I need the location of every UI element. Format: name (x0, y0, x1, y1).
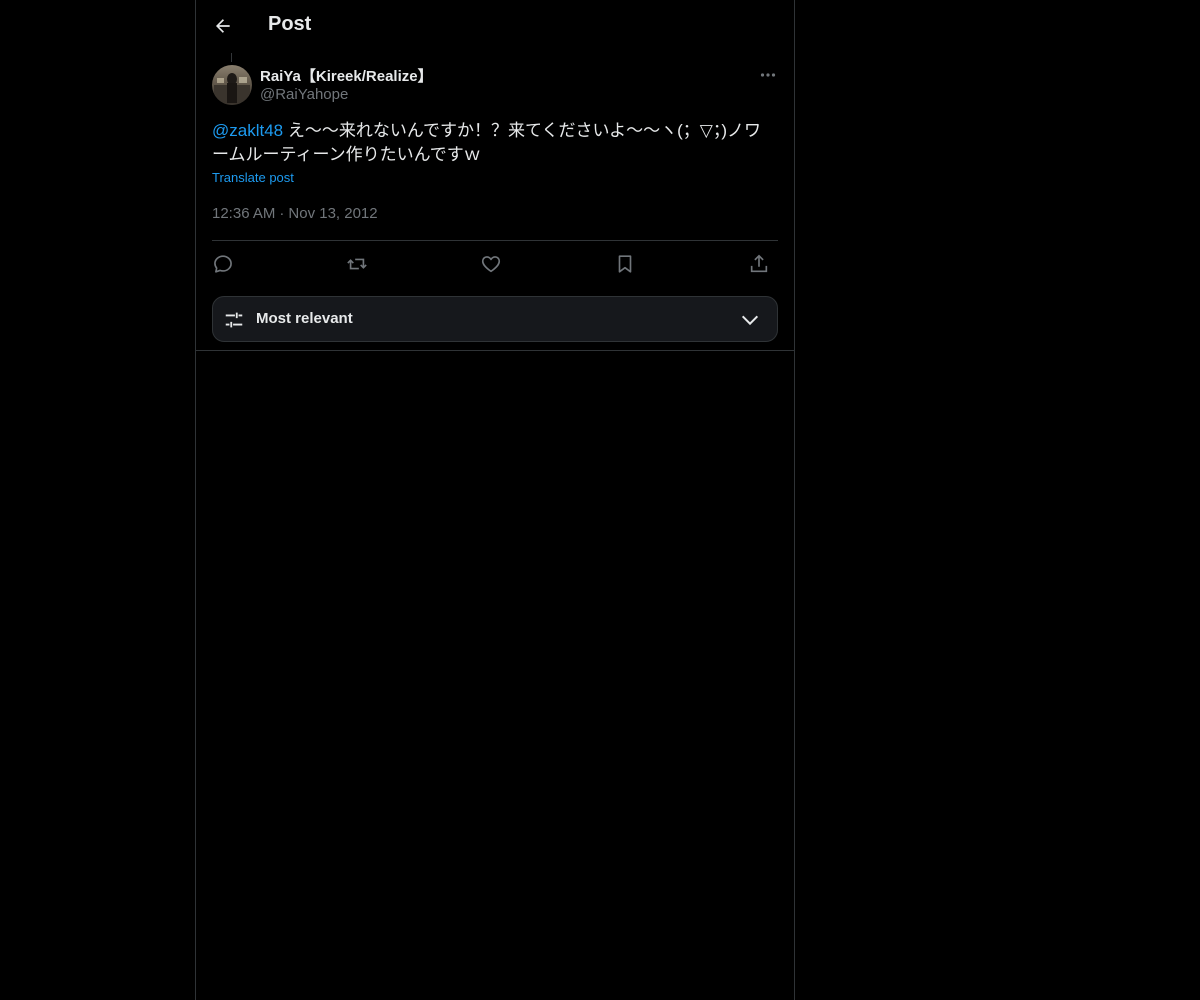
main-column: Post RaiYa【Kireek/Realize】 @RaiYahope @z… (195, 0, 795, 1000)
repost-icon (347, 258, 367, 270)
sort-label: Most relevant (256, 310, 353, 327)
bookmark-icon (618, 255, 632, 273)
divider (212, 240, 778, 241)
post-date[interactable]: Nov 13, 2012 (288, 205, 377, 222)
reply-icon (214, 255, 232, 273)
page-title: Post (268, 13, 312, 35)
reply-button[interactable] (210, 251, 236, 277)
page-header: Post (196, 0, 794, 53)
meta-separator: · (279, 205, 285, 222)
author-display-name[interactable]: RaiYa【Kireek/Realize】 (260, 65, 433, 86)
mention-link[interactable]: @zaklt48 (212, 121, 283, 140)
post-body: え〜〜来れないんですか！？来てくださいよ〜〜ヽ(；▽；)ノワームルーティーン作り… (212, 121, 762, 164)
post-time[interactable]: 12:36 AM (212, 205, 275, 222)
translate-post-link[interactable]: Translate post (212, 170, 294, 185)
arrow-left-icon (216, 19, 230, 33)
avatar-image (212, 65, 252, 105)
more-horizontal-icon (760, 73, 776, 77)
author-handle[interactable]: @RaiYahope (260, 86, 348, 103)
bookmark-button[interactable] (612, 251, 638, 277)
like-button[interactable] (478, 251, 504, 277)
action-bar (212, 251, 778, 277)
sliders-icon (225, 312, 243, 328)
section-divider (196, 350, 794, 351)
reply-sort-dropdown[interactable]: Most relevant (212, 296, 778, 342)
avatar[interactable] (212, 65, 252, 105)
post-meta: 12:36 AM · Nov 13, 2012 (212, 205, 378, 222)
share-button[interactable] (746, 251, 772, 277)
thread-connector (231, 53, 232, 62)
post-text: @zaklt48 え〜〜来れないんですか！？来てくださいよ〜〜ヽ(；▽；)ノワー… (212, 119, 778, 167)
repost-button[interactable] (344, 251, 370, 277)
back-button[interactable] (208, 11, 238, 41)
heart-icon (481, 256, 501, 273)
share-icon (750, 254, 768, 273)
more-options-button[interactable] (754, 63, 782, 87)
chevron-down-icon (741, 315, 759, 326)
